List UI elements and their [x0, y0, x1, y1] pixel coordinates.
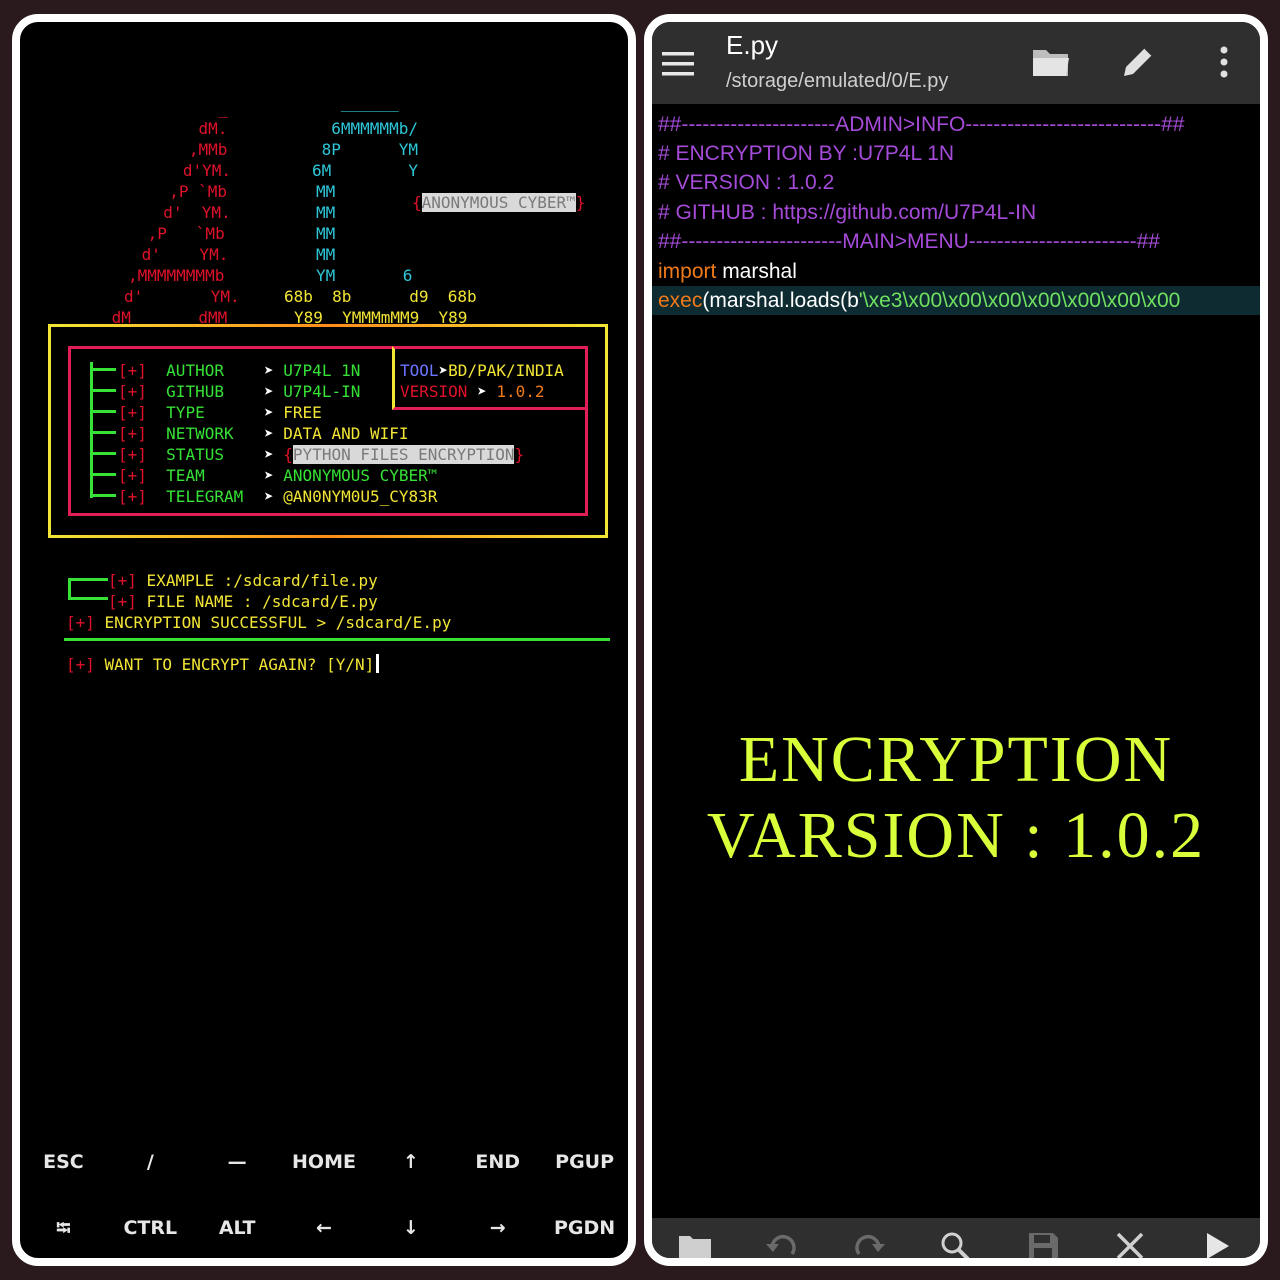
info-row-github: [+] GITHUB [118, 382, 224, 401]
separator-line [64, 638, 610, 641]
ascii-a-line: d' YM. [124, 287, 240, 306]
network-value: ➤ DATA AND WIFI [264, 424, 409, 443]
key-end[interactable]: END [454, 1142, 541, 1182]
tree-tick [90, 452, 116, 455]
app-bar: E.py /storage/emulated/0/E.py [652, 22, 1260, 104]
redo-icon[interactable] [826, 1218, 913, 1258]
more-vert-icon[interactable] [1204, 42, 1244, 82]
close-icon[interactable] [1086, 1218, 1173, 1258]
key-pgdn[interactable]: PGDN [541, 1208, 628, 1248]
version-row: VERSION ➤ 1.0.2 [400, 382, 545, 401]
pencil-icon[interactable] [1118, 42, 1158, 82]
folder-icon[interactable] [652, 1218, 739, 1258]
key-down[interactable]: ↓ [367, 1208, 454, 1248]
tree-tick [90, 368, 116, 371]
ascii-c-line: MM [316, 203, 336, 222]
ascii-a-line: dM. [160, 119, 228, 138]
overlay-version: VARSION : 1.0.2 [706, 799, 1206, 872]
github-value: ➤ U7P4L-IN [264, 382, 361, 401]
ascii-a-line: ,MMb [160, 140, 228, 159]
key-alt[interactable]: ALT [194, 1208, 281, 1248]
key-ctrl[interactable]: CTRL [107, 1208, 194, 1248]
code-line: ##-----------------------MAIN>MENU------… [658, 230, 1160, 253]
ascii-a-line: ,P `Mb [138, 224, 225, 243]
tool-row: TOOL➤BD/PAK/INDIA [400, 361, 564, 380]
code-line: # VERSION : 1.0.2 [658, 171, 835, 194]
prompt-line[interactable]: [+] WANT TO ENCRYPT AGAIN? [Y/N] [66, 654, 380, 675]
editor-panel: E.py /storage/emulated/0/E.py ##--------… [644, 14, 1268, 1266]
code-line: ##----------------------ADMIN>INFO------… [658, 113, 1185, 136]
tree-tick [90, 431, 116, 434]
folder-open-icon[interactable] [1030, 42, 1070, 82]
search-icon[interactable] [913, 1218, 1000, 1258]
tree-tick [90, 389, 116, 392]
key-pgup[interactable]: PGUP [541, 1142, 628, 1182]
ascii-c-line: MM [316, 224, 336, 243]
code-line: # GITHUB : https://github.com/U7P4L-IN [658, 201, 1037, 224]
code-line: import marshal [658, 260, 797, 283]
ascii-a-line: d' YM. [144, 203, 231, 222]
key-left[interactable]: ← [281, 1208, 368, 1248]
example-line: [+] EXAMPLE :/sdcard/file.py [108, 571, 378, 590]
ascii-c-line: MM [316, 245, 336, 264]
author-value: ➤ U7P4L 1N [264, 361, 361, 380]
key-slash[interactable]: / [107, 1142, 194, 1182]
tree-tick [90, 410, 116, 413]
extra-keys-bar: ESC / — HOME ↑ END PGUP ⭾ CTRL ALT ← ↓ →… [20, 1140, 628, 1258]
info-row-author: [+] AUTHOR [118, 361, 224, 380]
ascii-c-line: 6MMMMMMb/ [312, 119, 418, 138]
example-bracket [68, 578, 108, 600]
filename-line: [+] FILE NAME : /sdcard/E.py [108, 592, 378, 611]
run-icon[interactable] [1173, 1218, 1260, 1258]
editor-toolbar [652, 1218, 1260, 1258]
success-line: [+] ENCRYPTION SUCCESSFUL > /sdcard/E.py [66, 613, 452, 632]
anonymous-cyber-badge: {ANONYMOUS CYBER™} [412, 193, 586, 212]
menu-icon[interactable] [658, 44, 698, 84]
ascii-c-line: ______ [312, 93, 399, 112]
tree-connector [90, 362, 93, 498]
ascii-c-line: 6M Y [312, 161, 418, 180]
ascii-c-line: YM 6 [316, 266, 413, 285]
key-dash[interactable]: — [194, 1142, 281, 1182]
key-home[interactable]: HOME [281, 1142, 368, 1182]
file-name-title: E.py [726, 30, 779, 60]
status-value: ➤ {PYTHON FILES ENCRYPTION} [264, 445, 525, 464]
ascii-a-line: _ [170, 99, 228, 118]
type-value: ➤ FREE [264, 403, 322, 422]
ascii-a-line: ,MMMMMMMMb [128, 266, 225, 285]
key-right[interactable]: → [454, 1208, 541, 1248]
file-path: /storage/emulated/0/E.py [726, 70, 949, 92]
text-cursor [376, 654, 380, 673]
extra-keys-row: ⭾ CTRL ALT ← ↓ → PGDN [20, 1208, 628, 1248]
ascii-a-line: d'YM. [154, 161, 232, 180]
termux-panel: _ dM. ,MMb d'YM. ,P `Mb d' YM. ,P `Mb d'… [12, 14, 636, 1266]
ascii-c-line: MM [316, 182, 336, 201]
overlay-title: ENCRYPTION [738, 723, 1174, 796]
key-up[interactable]: ↑ [367, 1142, 454, 1182]
ascii-c-tail: 68b 8b d9 68b [284, 287, 477, 306]
info-row-status: [+] STATUS [118, 445, 224, 464]
info-row-telegram: [+] TELEGRAM [118, 487, 244, 506]
ascii-a-line: d' YM. [132, 245, 229, 264]
key-esc[interactable]: ESC [20, 1142, 107, 1182]
ascii-c-line: 8P YM [312, 140, 418, 159]
ascii-a-line: ,P `Mb [150, 182, 228, 201]
tree-tick [90, 473, 116, 476]
info-row-network: [+] NETWORK [118, 424, 234, 443]
telegram-value: ➤ @AN0NYM0U5_CY83R [264, 487, 438, 506]
save-icon[interactable] [999, 1218, 1086, 1258]
terminal-screen[interactable]: _ dM. ,MMb d'YM. ,P `Mb d' YM. ,P `Mb d'… [20, 22, 628, 1102]
tree-tick [90, 494, 116, 497]
key-tab[interactable]: ⭾ [20, 1208, 107, 1248]
team-value: ➤ ANONYMOUS CYBER™ [264, 466, 438, 485]
code-line: # ENCRYPTION BY :U7P4L 1N [658, 142, 955, 165]
undo-icon[interactable] [739, 1218, 826, 1258]
info-row-team: [+] TEAM [118, 466, 205, 485]
info-row-type: [+] TYPE [118, 403, 205, 422]
extra-keys-row: ESC / — HOME ↑ END PGUP [20, 1142, 628, 1182]
code-line: exec(marshal.loads(b'\xe3\x00\x00\x00\x0… [658, 289, 1181, 312]
